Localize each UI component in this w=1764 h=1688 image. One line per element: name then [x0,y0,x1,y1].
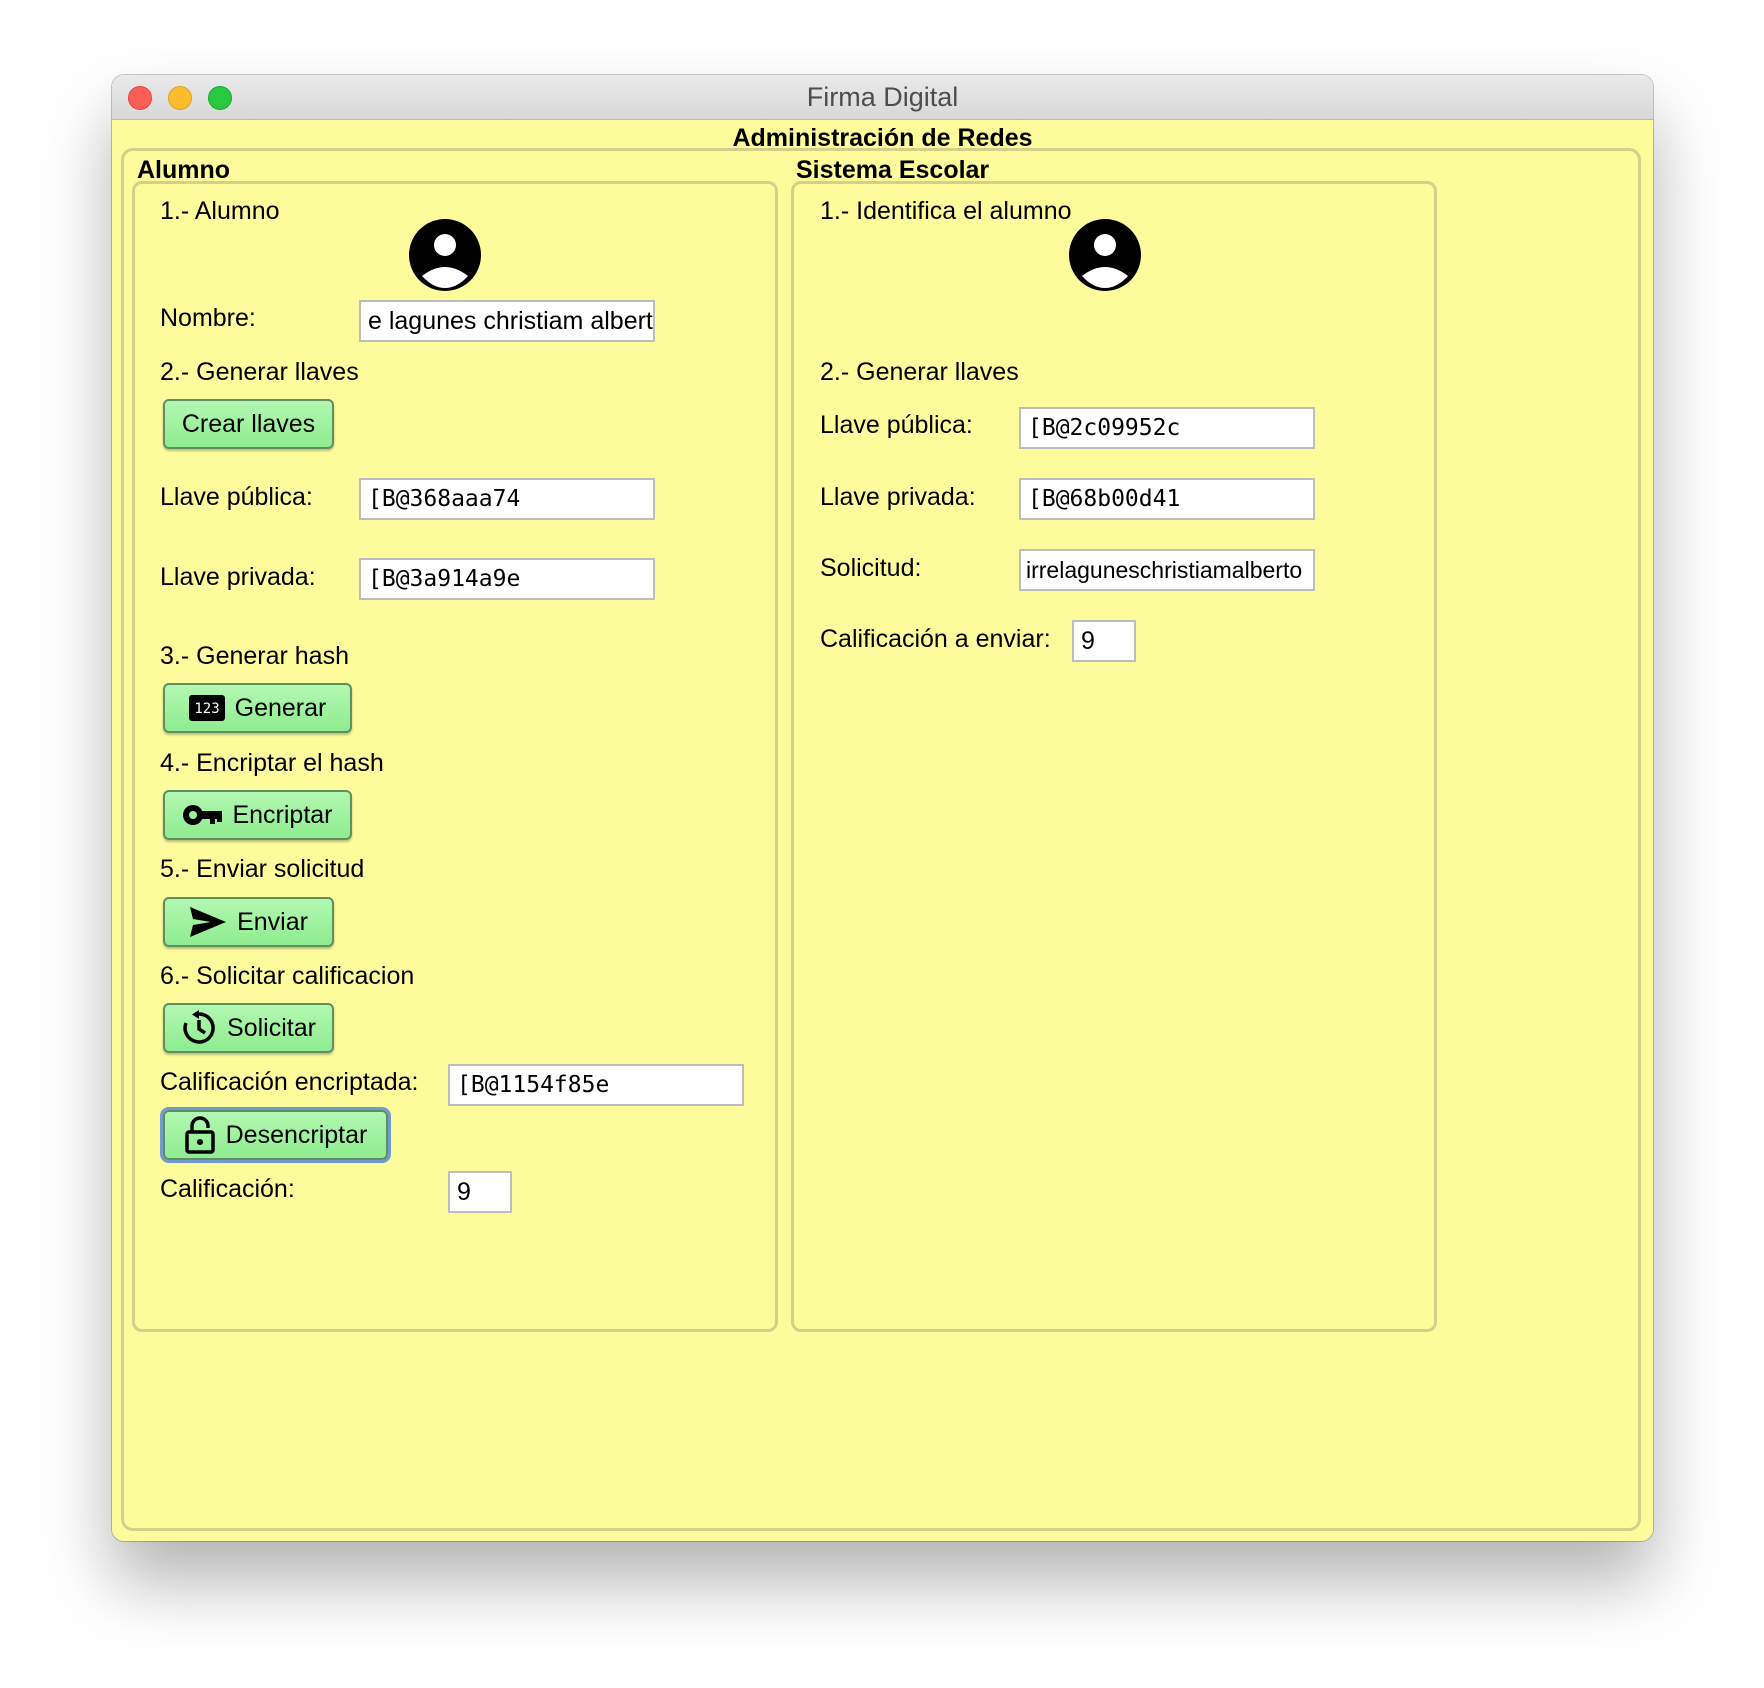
user-avatar-icon [409,219,481,291]
alumno-llave-privada-field[interactable]: [B@3a914a9e [359,558,655,600]
svg-text:123: 123 [194,701,219,717]
solicitud-field[interactable]: irrelaguneschristiamalberto [1019,549,1315,591]
desencriptar-label: Desencriptar [225,1120,368,1149]
alumno-llave-publica-field[interactable]: [B@368aaa74 [359,478,655,520]
enviar-label: Enviar [237,907,308,936]
desencriptar-button[interactable]: Desencriptar [163,1110,388,1160]
main-content: Administración de Redes Alumno 1.- Alumn… [112,120,1653,1541]
calificacion-label: Calificación: [160,1175,295,1203]
sistema-llave-privada-field[interactable]: [B@68b00d41 [1019,478,1315,520]
calificacion-encriptada-field[interactable]: [B@1154f85e [448,1064,744,1106]
numbers-icon: 123 [188,695,225,721]
nombre-label: Nombre: [160,304,256,332]
calificacion-enviar-label: Calificación a enviar: [820,625,1051,653]
generar-button[interactable]: 123 Generar [163,683,352,733]
enviar-button[interactable]: Enviar [163,897,334,947]
generar-label: Generar [234,693,327,722]
solicitar-label: Solicitar [227,1013,316,1042]
encriptar-label: Encriptar [232,800,333,829]
sistema-llave-privada-label: Llave privada: [820,483,976,511]
calificacion-field[interactable]: 9 [448,1171,512,1213]
sistema-step2-label: 2.- Generar llaves [820,358,1019,386]
alumno-step3-label: 3.- Generar hash [160,642,349,670]
solicitar-button[interactable]: Solicitar [163,1003,334,1053]
solicitud-label: Solicitud: [820,554,922,582]
crear-llaves-button[interactable]: Crear llaves [163,399,334,449]
alumno-step1-label: 1.- Alumno [160,197,280,225]
nombre-field[interactable]: e lagunes christiam alberto [359,300,655,342]
send-icon [189,906,227,938]
title-bar: Firma Digital [112,75,1653,120]
alumno-step2-label: 2.- Generar llaves [160,358,359,386]
calificacion-encriptada-label: Calificación encriptada: [160,1068,419,1096]
alumno-llave-privada-label: Llave privada: [160,563,316,591]
lock-open-icon [184,1116,216,1154]
alumno-step4-label: 4.- Encriptar el hash [160,749,384,777]
alumno-step6-label: 6.- Solicitar calificacion [160,962,415,990]
user-avatar-icon [1069,219,1141,291]
sistema-panel [791,181,1437,1332]
crear-llaves-label: Crear llaves [181,409,316,438]
sistema-step1-label: 1.- Identifica el alumno [820,197,1072,225]
encriptar-button[interactable]: Encriptar [163,790,352,840]
app-window: Firma Digital Administración de Redes Al… [112,75,1653,1541]
sistema-llave-publica-label: Llave pública: [820,411,973,439]
alumno-llave-publica-label: Llave pública: [160,483,313,511]
calificacion-enviar-field[interactable]: 9 [1072,620,1136,662]
key-icon [182,803,223,827]
alumno-step5-label: 5.- Enviar solicitud [160,855,365,883]
history-icon [181,1010,217,1046]
window-title: Firma Digital [806,82,959,112]
sistema-llave-publica-field[interactable]: [B@2c09952c [1019,407,1315,449]
